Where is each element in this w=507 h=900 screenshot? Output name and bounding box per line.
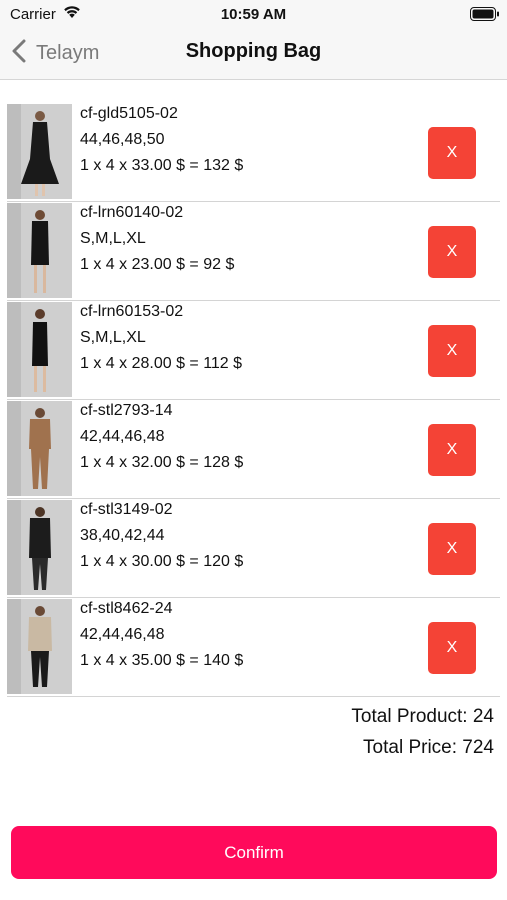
product-sizes: 44,46,48,50 xyxy=(80,131,165,148)
clock: 10:59 AM xyxy=(220,6,287,23)
cart-item: cf-lrn60153-02 S,M,L,XL 1 x 4 x 28.00 $ … xyxy=(7,301,500,400)
product-image xyxy=(7,302,72,397)
product-price-calc: 1 x 4 x 30.00 $ = 120 $ xyxy=(80,553,244,570)
cart-totals: Total Product: 24 Total Price: 724 xyxy=(351,701,494,763)
cart-item: cf-gld5105-02 44,46,48,50 1 x 4 x 33.00 … xyxy=(7,103,500,202)
product-price-calc: 1 x 4 x 28.00 $ = 112 $ xyxy=(80,355,243,372)
page-title: Shopping Bag xyxy=(185,40,322,62)
remove-item-button[interactable]: X xyxy=(428,226,476,278)
remove-item-button[interactable]: X xyxy=(428,523,476,575)
product-code: cf-stl8462-24 xyxy=(80,600,173,617)
cart-item: cf-lrn60140-02 S,M,L,XL 1 x 4 x 23.00 $ … xyxy=(7,202,500,301)
total-price: Total Price: 724 xyxy=(363,737,494,758)
product-image xyxy=(7,104,72,199)
remove-item-button[interactable]: X xyxy=(428,325,476,377)
product-price-calc: 1 x 4 x 23.00 $ = 92 $ xyxy=(80,256,235,273)
battery-icon xyxy=(470,7,500,26)
cart-item: cf-stl3149-02 38,40,42,44 1 x 4 x 30.00 … xyxy=(7,499,500,598)
product-code: cf-lrn60153-02 xyxy=(80,303,184,320)
remove-item-button[interactable]: X xyxy=(428,127,476,179)
cart-item: cf-stl8462-24 42,44,46,48 1 x 4 x 35.00 … xyxy=(7,598,500,697)
status-bar: Carrier 10:59 AM xyxy=(0,0,507,28)
cart-list: cf-gld5105-02 44,46,48,50 1 x 4 x 33.00 … xyxy=(0,103,507,697)
product-price-calc: 1 x 4 x 33.00 $ = 132 $ xyxy=(80,157,244,174)
remove-item-button[interactable]: X xyxy=(428,622,476,674)
confirm-button[interactable]: Confirm xyxy=(11,826,497,879)
product-price-calc: 1 x 4 x 32.00 $ = 128 $ xyxy=(80,454,244,471)
product-code: cf-gld5105-02 xyxy=(80,105,178,122)
product-sizes: S,M,L,XL xyxy=(80,230,146,247)
product-price-calc: 1 x 4 x 35.00 $ = 140 $ xyxy=(80,652,244,669)
cart-item: cf-stl2793-14 42,44,46,48 1 x 4 x 32.00 … xyxy=(7,400,500,499)
product-sizes: 42,44,46,48 xyxy=(80,428,165,445)
product-code: cf-stl2793-14 xyxy=(80,402,173,419)
product-sizes: 38,40,42,44 xyxy=(80,527,165,544)
product-sizes: S,M,L,XL xyxy=(80,329,146,346)
product-image xyxy=(7,203,72,298)
product-image xyxy=(7,401,72,496)
navigation-bar: Telaym Shopping Bag xyxy=(0,28,507,80)
product-code: cf-lrn60140-02 xyxy=(80,204,184,221)
product-code: cf-stl3149-02 xyxy=(80,501,173,518)
remove-item-button[interactable]: X xyxy=(428,424,476,476)
product-image xyxy=(7,500,72,595)
product-sizes: 42,44,46,48 xyxy=(80,626,165,643)
product-image xyxy=(7,599,72,694)
total-product: Total Product: 24 xyxy=(351,706,494,727)
